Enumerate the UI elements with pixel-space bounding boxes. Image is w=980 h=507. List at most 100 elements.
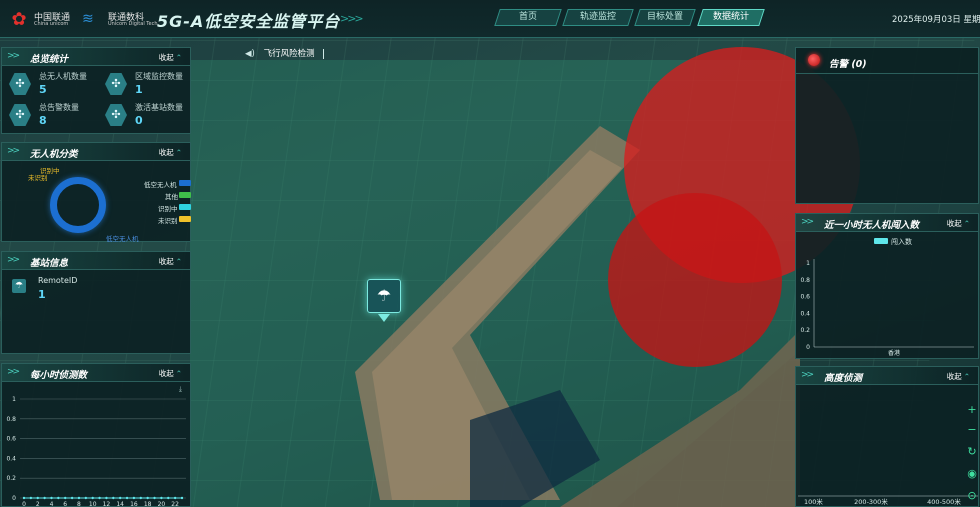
stat-value: 0 <box>135 114 143 127</box>
overview-title: 总览统计 <box>30 54 69 65</box>
last-hour-bar-chart: 闯入数 0 0.2 0.4 0.6 0.8 1 香港 <box>800 237 974 357</box>
overview-collapse-button[interactable]: 收起 ⌃ <box>159 52 182 63</box>
nav-tab-target[interactable]: 目标处置 <box>634 9 696 26</box>
hourly-point <box>36 496 39 500</box>
zoom-in-icon[interactable]: + <box>964 402 980 418</box>
remote-id-label: RemoteID <box>38 276 78 285</box>
stat-active-stations: ✣ 激活基站数量 0 <box>102 101 192 131</box>
stat-value: 1 <box>135 83 143 96</box>
monitor-hex-icon: ✣ <box>105 73 127 95</box>
flight-risk-label[interactable]: ◀) 飞行风险检测 <box>245 47 325 63</box>
donut-label-lowalt: 低空无人机 <box>106 235 139 243</box>
drone-marker[interactable]: ☂ <box>367 279 401 313</box>
location-icon[interactable]: ⊙ <box>964 488 980 504</box>
unicom-knot-icon: ✿ <box>11 9 27 30</box>
header-arrow-icon: >> <box>7 146 20 156</box>
y-tick-label: 0.6 <box>800 294 810 301</box>
stat-value: 8 <box>39 114 47 127</box>
unicom-digital-logo: ≋ 联通数科 Unicom Digital Tech <box>82 9 158 31</box>
x-tick-label: 16 <box>130 501 138 507</box>
donut-label-unrecognized: 未识别 <box>28 174 48 182</box>
chevron-up-icon: ⌃ <box>963 219 970 228</box>
header-arrow-icon: >> <box>7 255 20 265</box>
y-tick-label: 0.2 <box>800 327 810 334</box>
y-tick-label: 0.8 <box>6 416 16 423</box>
last-hour-title: 近一小时无人机闯入数 <box>824 220 920 231</box>
header-arrow-icon: >> <box>801 217 814 227</box>
x-tick-label: 20 <box>158 501 166 507</box>
eye-icon[interactable]: ◉ <box>964 466 980 482</box>
x-tick-label: 6 <box>63 501 67 507</box>
altitude-bar-chart: 100米 200-300米 400-500米 <box>798 495 978 506</box>
legend-swatch-intrusions <box>874 238 888 244</box>
china-unicom-logo: ✿ 中国联通 China unicom <box>8 9 70 31</box>
zoom-out-icon[interactable]: − <box>964 422 980 438</box>
hourly-point <box>57 496 60 500</box>
base-station-collapse-button[interactable]: 收起 ⌃ <box>159 256 182 267</box>
stat-zone-monitors: ✣ 区域监控数量 1 <box>102 70 192 100</box>
risk-zone-circle-2 <box>608 193 782 367</box>
drone-hex-icon: ✣ <box>9 73 31 95</box>
refresh-icon[interactable]: ↻ <box>964 444 980 460</box>
hourly-point <box>139 496 142 500</box>
hourly-point <box>118 496 122 500</box>
chevron-up-icon: ⌃ <box>175 369 182 378</box>
last-hour-panel: >> 近一小时无人机闯入数 收起 ⌃ 闯入数 0 0.2 0.4 0.6 0.8 1 香港 <box>795 213 979 359</box>
alarm-hex-icon: ✣ <box>9 104 31 126</box>
x-tick-label: 400-500米 <box>927 497 961 506</box>
remote-id-value: 1 <box>38 288 46 301</box>
logo1-en: China unicom <box>34 21 69 27</box>
nav-tab-track[interactable]: 轨迹监控 <box>562 9 634 26</box>
x-tick-label: 14 <box>116 501 124 507</box>
base-station-header: >> 基站信息 收起 ⌃ <box>2 252 190 270</box>
header-arrow-icon: >> <box>7 367 20 377</box>
last-hour-header: >> 近一小时无人机闯入数 收起 ⌃ <box>796 214 978 232</box>
classification-header: >> 无人机分类 收起 ⌃ <box>2 143 190 161</box>
divider <box>323 48 325 59</box>
alarm-title: 告警 (0) <box>829 59 867 70</box>
header-arrow-icon: >> <box>801 370 814 380</box>
page-title: 5G-A低空安全监管平台 <box>157 12 341 31</box>
x-tick-label: 100米 <box>804 497 823 506</box>
altitude-collapse-button[interactable]: 收起 ⌃ <box>947 371 970 382</box>
speaker-icon: ◀) <box>245 49 255 59</box>
hourly-point <box>22 496 26 500</box>
nav-tab-home[interactable]: 首页 <box>494 9 562 26</box>
digital-wave-icon: ≋ <box>82 11 94 27</box>
alarm-light-icon <box>808 54 820 66</box>
chevron-up-icon: ⌃ <box>175 148 182 157</box>
app-root: ◀) 飞行风险检测 ☂ ✿ 中国联通 China unicom ≋ 联通数科 U… <box>0 0 980 507</box>
y-tick-label: 0.8 <box>800 277 810 284</box>
logo2-en: Unicom Digital Tech <box>108 21 158 27</box>
hourly-point <box>153 496 156 500</box>
download-icon: ⤓ <box>179 385 182 393</box>
x-tick-label: 22 <box>171 501 179 507</box>
legend-other: 其他 <box>165 193 178 201</box>
y-tick-label: 0.6 <box>6 436 16 443</box>
hourly-point <box>105 496 108 500</box>
classification-panel: >> 无人机分类 收起 ⌃ 识别中 未识别 低空无人机 低空无人机 其他 识别中 … <box>1 142 191 243</box>
datetime: 2025年09月03日 星期三 <box>892 15 980 25</box>
chevron-up-icon: ⌃ <box>963 372 970 381</box>
x-tick-label: 香港 <box>888 349 900 357</box>
legend-label-intrusions: 闯入数 <box>891 237 912 246</box>
overview-panel: >> 总览统计 收起 ⌃ ✣ 总无人机数量 5 ✣ 区域监控数量 1 ✣ 总告警数… <box>1 47 191 134</box>
legend-swatch-unrecognized <box>179 216 191 222</box>
hourly-collapse-button[interactable]: 收起 ⌃ <box>159 368 182 379</box>
x-tick-label: 18 <box>144 501 152 507</box>
x-tick-label: 10 <box>89 501 97 507</box>
last-hour-collapse-button[interactable]: 收起 ⌃ <box>947 218 970 229</box>
y-tick-label: 0 <box>12 495 16 502</box>
title-chevrons-icon: >>> <box>340 12 364 25</box>
hourly-point <box>132 496 136 500</box>
nav-tab-stats[interactable]: 数据统计 <box>697 9 765 26</box>
hourly-point <box>146 496 149 500</box>
overview-header: >> 总览统计 收起 ⌃ <box>2 48 190 66</box>
hourly-point <box>125 496 129 500</box>
flight-risk-text: 飞行风险检测 <box>263 49 315 59</box>
top-bar: ✿ 中国联通 China unicom ≋ 联通数科 Unicom Digita… <box>0 0 980 38</box>
header-arrow-icon: >> <box>7 51 20 61</box>
legend-lowalt: 低空无人机 <box>144 181 177 189</box>
station-hex-icon: ✣ <box>105 104 127 126</box>
classification-collapse-button[interactable]: 收起 ⌃ <box>159 147 182 158</box>
